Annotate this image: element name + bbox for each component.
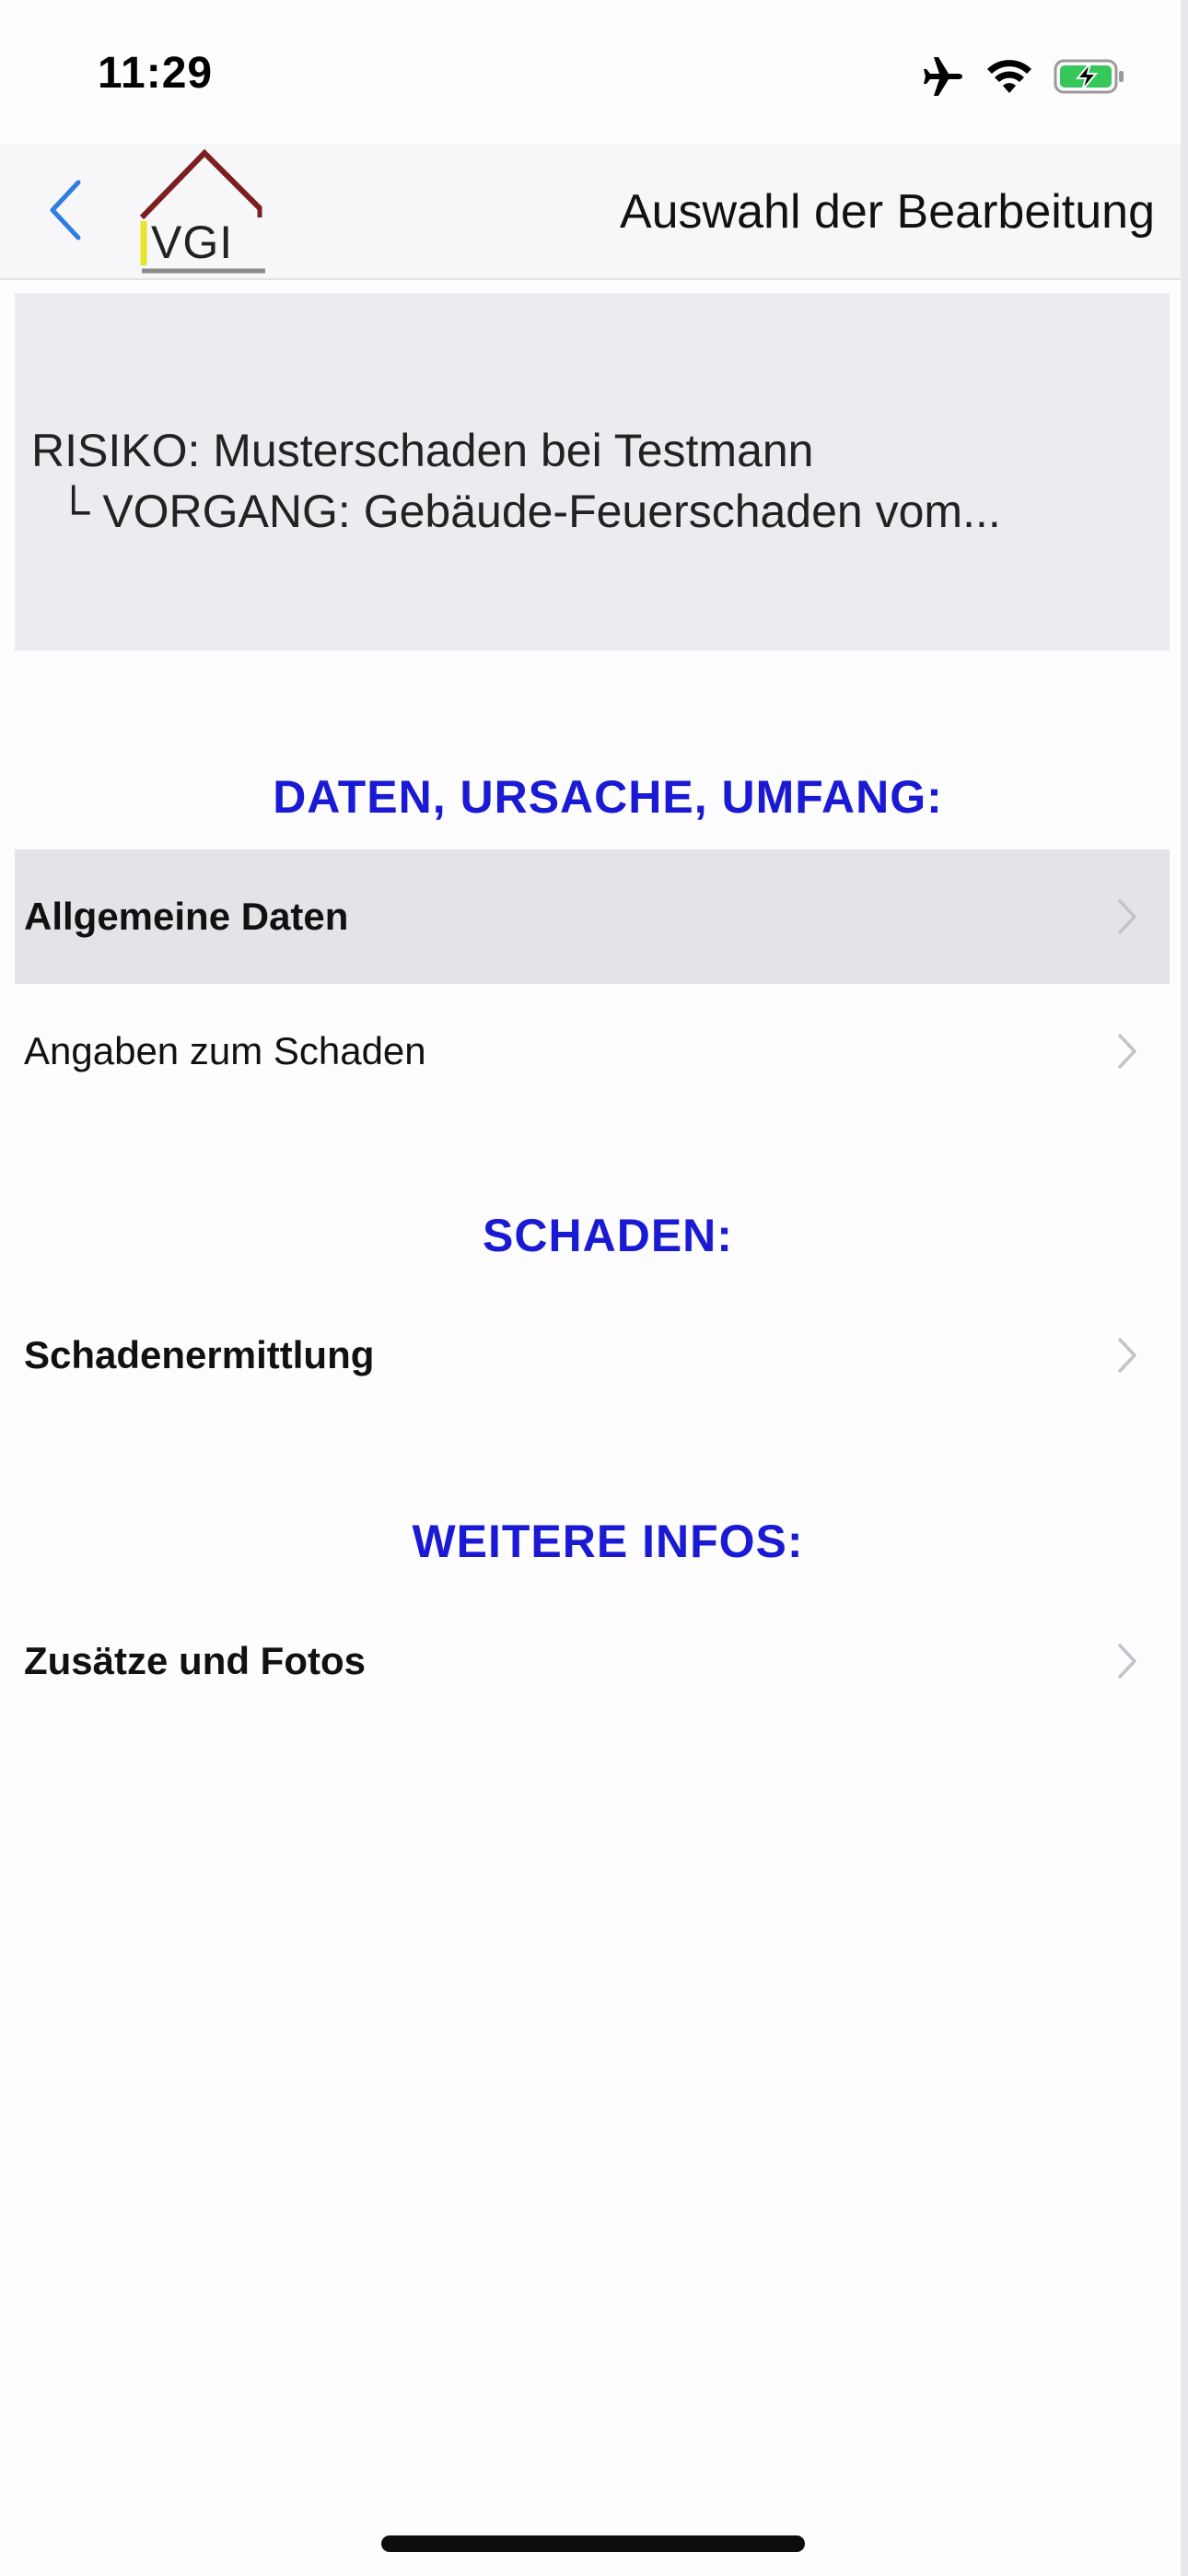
risk-info: RISIKO: Musterschaden bei Testmann [31,425,814,476]
row-label: Schadenermittlung [24,1333,375,1376]
wifi-icon [985,58,1033,95]
row-label: Zusätze und Fotos [24,1639,366,1682]
row-angaben-zum-schaden[interactable]: Angaben zum Schaden [15,984,1170,1118]
chevron-right-icon [1109,1638,1146,1684]
navigation-bar: VGI Auswahl der Bearbeitung [0,144,1188,280]
row-zusaetze-und-fotos[interactable]: Zusätze und Fotos [15,1594,1170,1728]
battery-charging-icon [1054,58,1125,95]
nav-title: Auswahl der Bearbeitung [619,185,1155,239]
section-header-daten: DATEN, URSACHE, UMFANG: [273,771,943,823]
chevron-left-icon [45,177,86,248]
chevron-right-icon [1109,894,1146,940]
row-schadenermittlung[interactable]: Schadenermittlung [15,1288,1170,1423]
logo-text: VGI [151,217,234,268]
row-label: Allgemeine Daten [24,895,349,938]
status-time: 11:29 [98,49,214,98]
vgi-logo: VGI [138,147,269,275]
status-bar: 11:29 [0,0,1188,144]
back-button[interactable] [33,173,98,251]
context-info-box: RISIKO: Musterschaden bei Testmann └ VOR… [15,293,1170,650]
section-header-weitere-infos: WEITERE INFOS: [412,1516,804,1567]
row-label: Angaben zum Schaden [24,1029,426,1072]
status-icons [921,52,1125,101]
airplane-icon [921,55,965,98]
home-indicator[interactable] [381,2535,805,2552]
screen-edge [1181,0,1188,2576]
section-header-schaden: SCHADEN: [483,1210,733,1261]
case-info: └ VORGANG: Gebäude-Feuerschaden vom... [57,486,1001,537]
row-allgemeine-daten[interactable]: Allgemeine Daten [15,849,1170,984]
chevron-right-icon [1109,1332,1146,1378]
chevron-right-icon [1109,1028,1146,1074]
